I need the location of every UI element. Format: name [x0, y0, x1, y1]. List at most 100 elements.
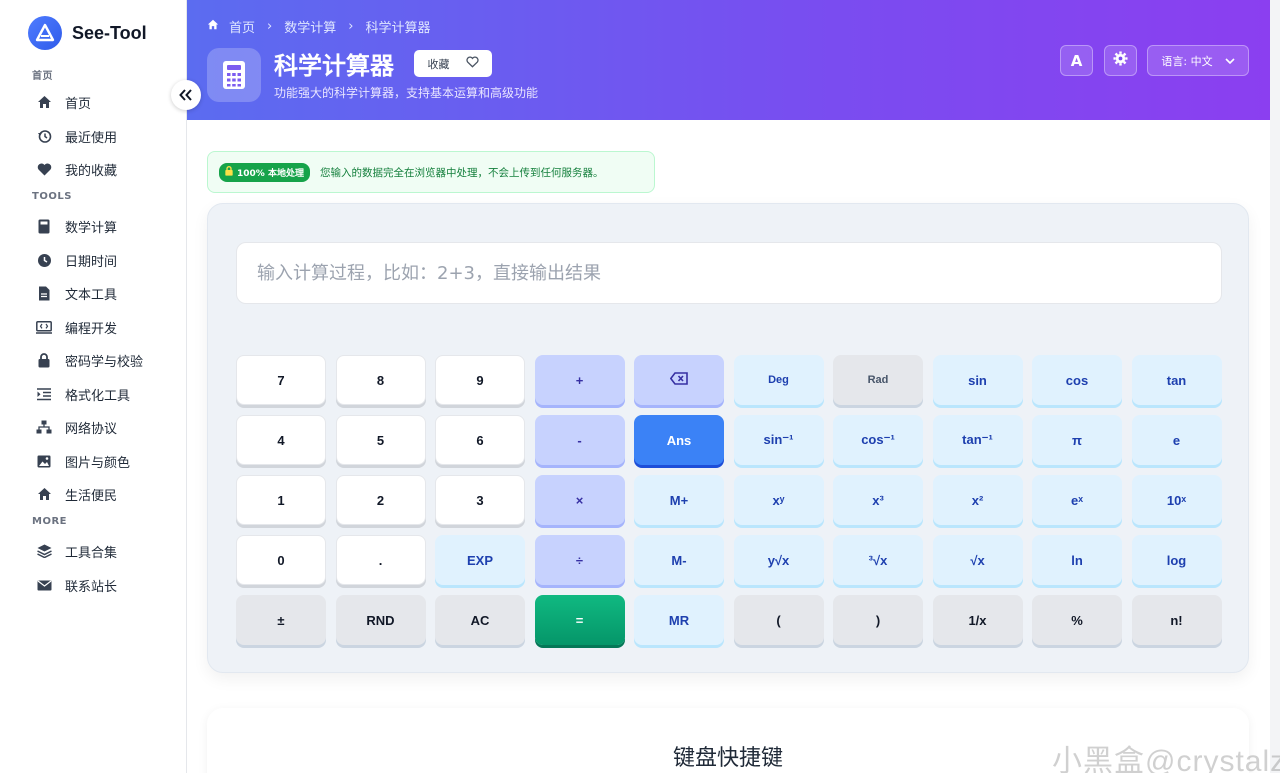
key-9[interactable]: 9: [435, 355, 525, 405]
sidebar-item-label: 网络协议: [65, 421, 118, 437]
sidebar-item-math[interactable]: 数学计算: [36, 214, 117, 238]
main-content: 100% 本地处理 您输入的数据完全在浏览器中处理，不会上传到任何服务器。 7 …: [187, 120, 1270, 773]
sidebar-item-crypto[interactable]: 密码学与校验: [36, 348, 143, 372]
key-5[interactable]: 5: [335, 415, 426, 465]
key-reciprocal[interactable]: 1/x: [932, 595, 1023, 645]
key-ln[interactable]: ln: [1032, 535, 1122, 585]
code-icon: [36, 319, 52, 335]
key-asin[interactable]: sin⁻¹: [733, 415, 824, 465]
sidebar-item-network[interactable]: 网络协议: [36, 415, 117, 439]
key-3[interactable]: 3: [435, 475, 525, 525]
sidebar-item-label: 日期时间: [65, 254, 118, 270]
sidebar-item-label: 密码学与校验: [65, 354, 144, 370]
sidebar-item-dev[interactable]: 编程开发: [36, 315, 117, 339]
sidebar-item-label: 我的收藏: [65, 163, 118, 179]
page-title: 科学计算器: [274, 52, 394, 80]
key-exp[interactable]: EXP: [435, 535, 525, 585]
key-memory-add[interactable]: M+: [634, 475, 724, 525]
breadcrumb: 首页 › 数学计算 › 科学计算器: [207, 17, 430, 36]
calculator-panel: 7 8 9 + Deg Rad sin cos tan 4 5 6 - Ans …: [207, 203, 1249, 673]
sidebar-item-recent[interactable]: 最近使用: [36, 124, 117, 148]
key-sin[interactable]: sin: [932, 355, 1023, 405]
sidebar-item-collection[interactable]: 工具合集: [36, 539, 117, 563]
key-1[interactable]: 1: [236, 475, 326, 525]
key-atan[interactable]: tan⁻¹: [932, 415, 1023, 465]
key-pow10[interactable]: 10ˣ: [1131, 475, 1222, 525]
chevrons-left-icon: [179, 86, 193, 105]
section-label-more: MORE: [32, 516, 67, 527]
sidebar-item-label: 联系站长: [65, 579, 118, 595]
sidebar-item-label: 图片与颜色: [65, 455, 131, 471]
key-open-paren[interactable]: (: [733, 595, 824, 645]
key-tan[interactable]: tan: [1131, 355, 1222, 405]
key-0[interactable]: 0: [236, 535, 326, 585]
font-size-button[interactable]: A: [1060, 45, 1093, 76]
key-cube[interactable]: x³: [833, 475, 923, 525]
key-close-paren[interactable]: ): [833, 595, 923, 645]
key-nth-root[interactable]: y√x: [733, 535, 824, 585]
key-rad[interactable]: Rad: [833, 355, 923, 405]
key-e[interactable]: e: [1131, 415, 1222, 465]
key-2[interactable]: 2: [335, 475, 426, 525]
key-log[interactable]: log: [1131, 535, 1222, 585]
sidebar-item-format[interactable]: 格式化工具: [36, 382, 130, 406]
favorite-button[interactable]: 收藏: [414, 50, 492, 77]
key-square[interactable]: x²: [932, 475, 1023, 525]
key-percent[interactable]: %: [1032, 595, 1122, 645]
notice-text: 您输入的数据完全在浏览器中处理，不会上传到任何服务器。: [319, 166, 604, 179]
sidebar-item-life[interactable]: 生活便民: [36, 482, 117, 506]
key-equals[interactable]: =: [534, 595, 625, 645]
home-icon[interactable]: [207, 19, 219, 34]
key-sqrt[interactable]: √x: [932, 535, 1023, 585]
backspace-icon: [669, 372, 688, 388]
sidebar-item-label: 首页: [65, 96, 92, 112]
image-icon: [36, 453, 52, 469]
sidebar-item-contact[interactable]: 联系站长: [36, 573, 117, 597]
page-subtitle: 功能强大的科学计算器，支持基本运算和高级功能: [274, 86, 539, 100]
key-pi[interactable]: π: [1032, 415, 1122, 465]
sidebar-item-image[interactable]: 图片与颜色: [36, 449, 130, 473]
indent-icon: [36, 386, 52, 402]
key-decimal[interactable]: .: [335, 535, 426, 585]
key-deg[interactable]: Deg: [733, 355, 824, 405]
key-exp-e[interactable]: eˣ: [1032, 475, 1122, 525]
brand-logo-icon: [28, 16, 62, 50]
key-memory-recall[interactable]: MR: [634, 595, 724, 645]
chevron-right-icon: ›: [348, 19, 354, 34]
key-add[interactable]: +: [534, 355, 625, 405]
key-subtract[interactable]: -: [534, 415, 625, 465]
key-8[interactable]: 8: [335, 355, 426, 405]
sidebar-item-home[interactable]: 首页: [36, 90, 91, 114]
expression-input[interactable]: [236, 242, 1222, 304]
layers-icon: [36, 543, 52, 559]
breadcrumb-home[interactable]: 首页: [229, 17, 255, 36]
sidebar-item-favorites[interactable]: 我的收藏: [36, 157, 117, 181]
key-negate[interactable]: ±: [236, 595, 326, 645]
key-4[interactable]: 4: [236, 415, 326, 465]
sidebar-item-datetime[interactable]: 日期时间: [36, 248, 117, 272]
key-factorial[interactable]: n!: [1131, 595, 1222, 645]
local-processing-badge: 100% 本地处理: [219, 162, 310, 182]
breadcrumb-math[interactable]: 数学计算: [284, 17, 336, 36]
key-divide[interactable]: ÷: [534, 535, 625, 585]
key-power[interactable]: xʸ: [733, 475, 824, 525]
sidebar: See-Tool 首页 首页 最近使用 我的收藏 TOOLS 数学计算 日期时间…: [0, 0, 187, 773]
key-memory-subtract[interactable]: M-: [634, 535, 724, 585]
key-backspace[interactable]: [634, 355, 724, 405]
key-random[interactable]: RND: [335, 595, 426, 645]
key-clear[interactable]: AC: [435, 595, 525, 645]
key-cube-root[interactable]: ³√x: [833, 535, 923, 585]
key-acos[interactable]: cos⁻¹: [833, 415, 923, 465]
sidebar-item-text[interactable]: 文本工具: [36, 281, 117, 305]
key-7[interactable]: 7: [236, 355, 326, 405]
key-6[interactable]: 6: [435, 415, 525, 465]
brand[interactable]: See-Tool: [28, 16, 147, 50]
sidebar-collapse-button[interactable]: [171, 80, 201, 110]
settings-button[interactable]: [1104, 45, 1137, 76]
key-multiply[interactable]: ×: [534, 475, 625, 525]
language-select[interactable]: 语言: 中文: [1147, 45, 1249, 76]
key-cos[interactable]: cos: [1032, 355, 1122, 405]
gear-icon: [1113, 51, 1128, 70]
key-ans[interactable]: Ans: [634, 415, 724, 465]
sidebar-item-label: 工具合集: [65, 545, 118, 561]
